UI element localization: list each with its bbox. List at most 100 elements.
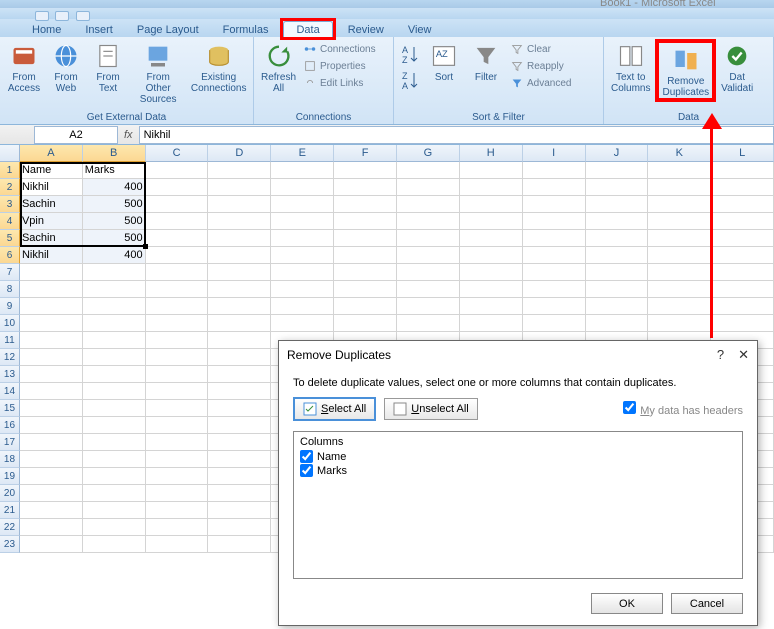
fx-icon[interactable]: fx: [124, 129, 133, 141]
edit-links-button[interactable]: Edit Links: [301, 75, 378, 91]
cell[interactable]: [83, 536, 146, 553]
cell[interactable]: Vpin: [20, 213, 83, 230]
cell[interactable]: [83, 485, 146, 502]
cell[interactable]: [146, 383, 209, 400]
cell[interactable]: [83, 434, 146, 451]
unselect-all-button[interactable]: Unselect All: [384, 398, 477, 420]
cell[interactable]: [460, 281, 523, 298]
cell[interactable]: [146, 468, 209, 485]
col-header[interactable]: F: [334, 145, 397, 162]
cell[interactable]: [460, 196, 523, 213]
row-header[interactable]: 5: [0, 230, 20, 247]
cell[interactable]: [586, 179, 649, 196]
cell[interactable]: [397, 179, 460, 196]
row-header[interactable]: 2: [0, 179, 20, 196]
cell[interactable]: [208, 196, 271, 213]
properties-button[interactable]: Properties: [301, 58, 378, 74]
cell[interactable]: [83, 468, 146, 485]
cell[interactable]: [460, 247, 523, 264]
from-access-button[interactable]: From Access: [4, 39, 44, 94]
cell[interactable]: [208, 468, 271, 485]
sort-asc-icon[interactable]: AZ: [400, 43, 420, 69]
cell[interactable]: [146, 179, 209, 196]
cell[interactable]: [146, 298, 209, 315]
name-box[interactable]: [34, 126, 118, 144]
cell[interactable]: [711, 315, 774, 332]
cell[interactable]: [208, 213, 271, 230]
cell[interactable]: [460, 264, 523, 281]
cell[interactable]: [20, 485, 83, 502]
cell[interactable]: [83, 417, 146, 434]
cell[interactable]: [208, 434, 271, 451]
help-icon[interactable]: ?: [717, 347, 724, 363]
ok-button[interactable]: OK: [591, 593, 663, 614]
row-header[interactable]: 20: [0, 485, 20, 502]
cell[interactable]: [334, 281, 397, 298]
cell[interactable]: [83, 519, 146, 536]
cell[interactable]: 400: [83, 179, 146, 196]
sort-desc-icon[interactable]: ZA: [400, 69, 420, 95]
cell[interactable]: [20, 264, 83, 281]
cell[interactable]: [711, 230, 774, 247]
text-to-columns-button[interactable]: Text to Columns: [608, 39, 653, 94]
cell[interactable]: [20, 332, 83, 349]
cell[interactable]: [648, 230, 711, 247]
cell[interactable]: [208, 485, 271, 502]
cell[interactable]: [711, 298, 774, 315]
cell[interactable]: [648, 179, 711, 196]
headers-checkbox[interactable]: [623, 401, 636, 414]
cell[interactable]: [523, 281, 586, 298]
col-header[interactable]: A: [20, 145, 83, 162]
cell[interactable]: [271, 298, 334, 315]
refresh-all-button[interactable]: Refresh All: [258, 39, 299, 94]
cell[interactable]: [83, 451, 146, 468]
cell[interactable]: [648, 298, 711, 315]
cell[interactable]: [20, 417, 83, 434]
row-header[interactable]: 16: [0, 417, 20, 434]
col-header[interactable]: L: [711, 145, 774, 162]
cell[interactable]: [711, 264, 774, 281]
cell[interactable]: [711, 213, 774, 230]
tab-home[interactable]: Home: [20, 22, 73, 37]
cell[interactable]: [271, 179, 334, 196]
cell[interactable]: [146, 247, 209, 264]
cell[interactable]: [146, 485, 209, 502]
cell[interactable]: [648, 315, 711, 332]
cell[interactable]: [397, 196, 460, 213]
cell[interactable]: [711, 281, 774, 298]
cell[interactable]: [83, 502, 146, 519]
cell[interactable]: [397, 213, 460, 230]
fill-handle[interactable]: [143, 244, 148, 249]
col-header[interactable]: B: [83, 145, 146, 162]
cell[interactable]: [648, 264, 711, 281]
cell[interactable]: [208, 332, 271, 349]
cell[interactable]: [334, 315, 397, 332]
tab-formulas[interactable]: Formulas: [211, 22, 281, 37]
col-header[interactable]: G: [397, 145, 460, 162]
cell[interactable]: [20, 451, 83, 468]
cell[interactable]: [146, 230, 209, 247]
cell[interactable]: [648, 281, 711, 298]
cell[interactable]: [271, 264, 334, 281]
cell[interactable]: 500: [83, 213, 146, 230]
cell[interactable]: [83, 264, 146, 281]
cell[interactable]: [711, 247, 774, 264]
cell[interactable]: [208, 519, 271, 536]
cell[interactable]: [83, 298, 146, 315]
cell[interactable]: [523, 179, 586, 196]
cell[interactable]: [397, 230, 460, 247]
row-header[interactable]: 9: [0, 298, 20, 315]
cell[interactable]: [586, 213, 649, 230]
cell[interactable]: [208, 451, 271, 468]
cell[interactable]: [523, 247, 586, 264]
cell[interactable]: [146, 332, 209, 349]
cell[interactable]: [20, 468, 83, 485]
cell[interactable]: [146, 366, 209, 383]
cell[interactable]: [397, 281, 460, 298]
cell[interactable]: [523, 264, 586, 281]
col-header[interactable]: I: [523, 145, 586, 162]
cell[interactable]: [271, 162, 334, 179]
cell[interactable]: [711, 162, 774, 179]
cell[interactable]: [146, 417, 209, 434]
row-header[interactable]: 23: [0, 536, 20, 553]
